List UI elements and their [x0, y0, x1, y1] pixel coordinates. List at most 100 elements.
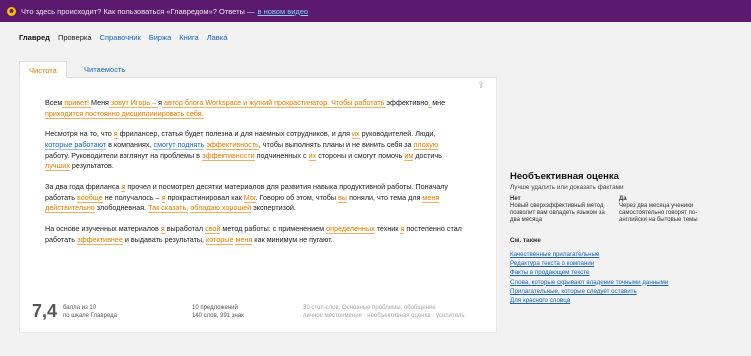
- score-value: 7,4: [32, 301, 58, 321]
- flagged-word[interactable]: эффективность: [206, 140, 259, 151]
- editor-text[interactable]: Всем привет! Меня зовут Игорь – я автор …: [45, 98, 463, 256]
- text-fragment: и выдавать результаты,: [122, 234, 207, 244]
- text-fragment: руководителей. Люди,: [359, 129, 436, 139]
- nav-check[interactable]: Проверка: [58, 33, 92, 42]
- flagged-word[interactable]: приходится постоянно дисциплинировать се…: [45, 108, 204, 119]
- flagged-word[interactable]: которые работают: [45, 140, 107, 151]
- text-fragment: в компаниях,: [106, 140, 154, 150]
- text-fragment: Несмотря на то, что: [45, 129, 114, 139]
- see-also-link[interactable]: Слова, которые скрывают владение точными…: [510, 278, 668, 287]
- editor-tabs: Чистота Читаемость: [19, 61, 497, 79]
- editor-footer: 7,4 балла из 10 по шкале Главреда 10 пре…: [32, 301, 492, 327]
- text-fragment: не получалось –: [102, 192, 162, 202]
- text-fragment: , чтобы выполнять планы и не винить себя…: [258, 140, 414, 150]
- text-fragment: достичь: [413, 150, 442, 160]
- flagged-word[interactable]: смогут поднять: [153, 140, 205, 151]
- flagged-word[interactable]: обладаю хорошей: [190, 203, 252, 214]
- text-stats: 10 предложений 140 слов, 991 знак: [192, 304, 244, 320]
- nav-glavred[interactable]: Главред: [19, 33, 50, 42]
- flagged-word[interactable]: зовут Игорь –: [108, 98, 159, 108]
- text-fragment: Всем: [45, 98, 63, 107]
- text-paragraph: На основе изученных материалов я выработ…: [45, 224, 463, 245]
- flagged-word[interactable]: эффективности: [201, 150, 255, 161]
- text-fragment: поняли, что тема для: [347, 192, 423, 202]
- see-also-link[interactable]: Качественные прилагательные: [510, 250, 668, 259]
- editor-panel: ⇪ Всем привет! Меня зовут Игорь – я авто…: [19, 78, 497, 333]
- example-no-text: Новый сверхэффективный метод позволит ва…: [510, 203, 605, 223]
- text-fragment: мне: [432, 98, 446, 107]
- nav-shop[interactable]: Лавка: [207, 33, 228, 42]
- flagged-word[interactable]: Так сказать,: [148, 203, 189, 214]
- flagged-word[interactable]: меня: [422, 192, 440, 203]
- stats-line: 140 слов, 991 знак: [192, 313, 244, 319]
- text-paragraph: За два года фриланса я прочел и посмотре…: [45, 182, 463, 214]
- score-note-line: по шкале Главреда: [63, 313, 117, 319]
- flagged-word[interactable]: их: [352, 129, 360, 140]
- flagged-word[interactable]: вообще: [77, 192, 103, 203]
- smile-icon: ☻: [7, 6, 16, 16]
- problems-line: личное местоимение · необъективная оценк…: [303, 313, 465, 319]
- flagged-word[interactable]: Мог: [243, 192, 256, 203]
- see-also-title: См. также: [510, 237, 541, 244]
- problems-summary: 30 стоп-слов. Основные проблемы: обобщен…: [303, 304, 464, 320]
- text-fragment: подчиненных с: [254, 150, 309, 160]
- example-yes-text: Через два месяца ученики самостоятельно …: [619, 203, 698, 223]
- text-fragment: работу. Руководители взглянут на проблем…: [45, 150, 202, 160]
- rule-title: Необъективная оценка: [510, 171, 619, 182]
- nav-exchange[interactable]: Биржа: [149, 33, 171, 42]
- stats-line: 10 предложений: [192, 305, 238, 311]
- rule-sidebar: Необъективная оценка Лучше удалить или д…: [510, 171, 710, 304]
- see-also-links: Качественные прилагательные Редактура те…: [510, 250, 668, 305]
- top-nav: Главред Проверка Справочник Биржа Книга …: [19, 33, 227, 42]
- problems-line: 30 стоп-слов. Основные проблемы: обобщен…: [303, 305, 436, 311]
- flagged-word[interactable]: привет!: [62, 98, 92, 108]
- text-fragment: . Говорю об этом, чтобы: [255, 192, 339, 202]
- example-no-head: Нет: [510, 196, 521, 202]
- text-fragment: техник: [374, 224, 401, 234]
- see-also-link[interactable]: Для красного словца: [510, 296, 668, 305]
- nav-book[interactable]: Книга: [179, 33, 198, 42]
- score-note: балла из 10 по шкале Главреда: [63, 304, 117, 320]
- text-fragment: выработал: [164, 224, 206, 234]
- flagged-word[interactable]: автор блога Workspace и жуткий прокрасти…: [161, 98, 387, 108]
- text-fragment: как минимум не пугают.: [252, 234, 333, 244]
- flagged-word[interactable]: им: [404, 150, 414, 161]
- tab-readability[interactable]: Читаемость: [75, 61, 134, 78]
- flagged-word[interactable]: плохую: [413, 140, 439, 151]
- text-fragment: На основе изученных материалов: [45, 224, 161, 234]
- see-also-link[interactable]: Прилагательные, которые следует оставить: [510, 287, 668, 296]
- example-yes-head: Да: [619, 196, 627, 202]
- flagged-word[interactable]: меня: [235, 234, 253, 245]
- nav-reference[interactable]: Справочник: [100, 33, 141, 42]
- flagged-word[interactable]: вы: [338, 192, 348, 203]
- score-note-line: балла из 10: [63, 305, 97, 311]
- example-yes: Да Через два месяца ученики самостоятель…: [619, 196, 715, 224]
- text-fragment: прокрастинировал как: [165, 192, 244, 202]
- flagged-word[interactable]: определенных: [326, 224, 375, 235]
- text-fragment: стороны и смогут помочь: [316, 150, 405, 160]
- text-paragraph: Несмотря на то, что я фрилансер, статья …: [45, 129, 463, 172]
- text-fragment: экспертизой.: [251, 203, 296, 213]
- text-fragment: За два года фриланса: [45, 182, 122, 192]
- text-fragment: метод работы: с применением: [220, 224, 327, 234]
- text-paragraph: Всем привет! Меня зовут Игорь – я автор …: [45, 98, 463, 119]
- rule-subtitle: Лучше удалить или доказать фактами: [510, 184, 624, 191]
- text-fragment: Меня: [91, 98, 109, 107]
- tab-purity[interactable]: Чистота: [19, 61, 67, 79]
- share-icon[interactable]: ⇪: [476, 80, 486, 90]
- text-fragment: злободневная.: [94, 203, 149, 213]
- banner-video-link[interactable]: в новом видео: [258, 7, 309, 16]
- flagged-word[interactable]: лучших: [45, 161, 70, 172]
- text-fragment: результатов.: [69, 161, 114, 171]
- flagged-word[interactable]: эффективнее: [77, 234, 123, 245]
- flagged-word[interactable]: которые: [206, 234, 234, 245]
- text-fragment: эффективно: [386, 98, 429, 107]
- banner-text: Что здесь происходит? Как пользоваться «…: [21, 6, 255, 16]
- text-fragment: фрилансер, статья будет полезна и для на…: [117, 129, 352, 139]
- see-also-link[interactable]: Факты в продающем тексте: [510, 268, 668, 277]
- info-banner: ☻ Что здесь происходит? Как пользоваться…: [0, 0, 751, 22]
- see-also-link[interactable]: Редактура текста о компании: [510, 259, 668, 268]
- flagged-word[interactable]: свой: [205, 224, 221, 235]
- flagged-word[interactable]: действительно: [45, 203, 95, 214]
- example-no: Нет Новый сверхэффективный метод позволи…: [510, 196, 606, 224]
